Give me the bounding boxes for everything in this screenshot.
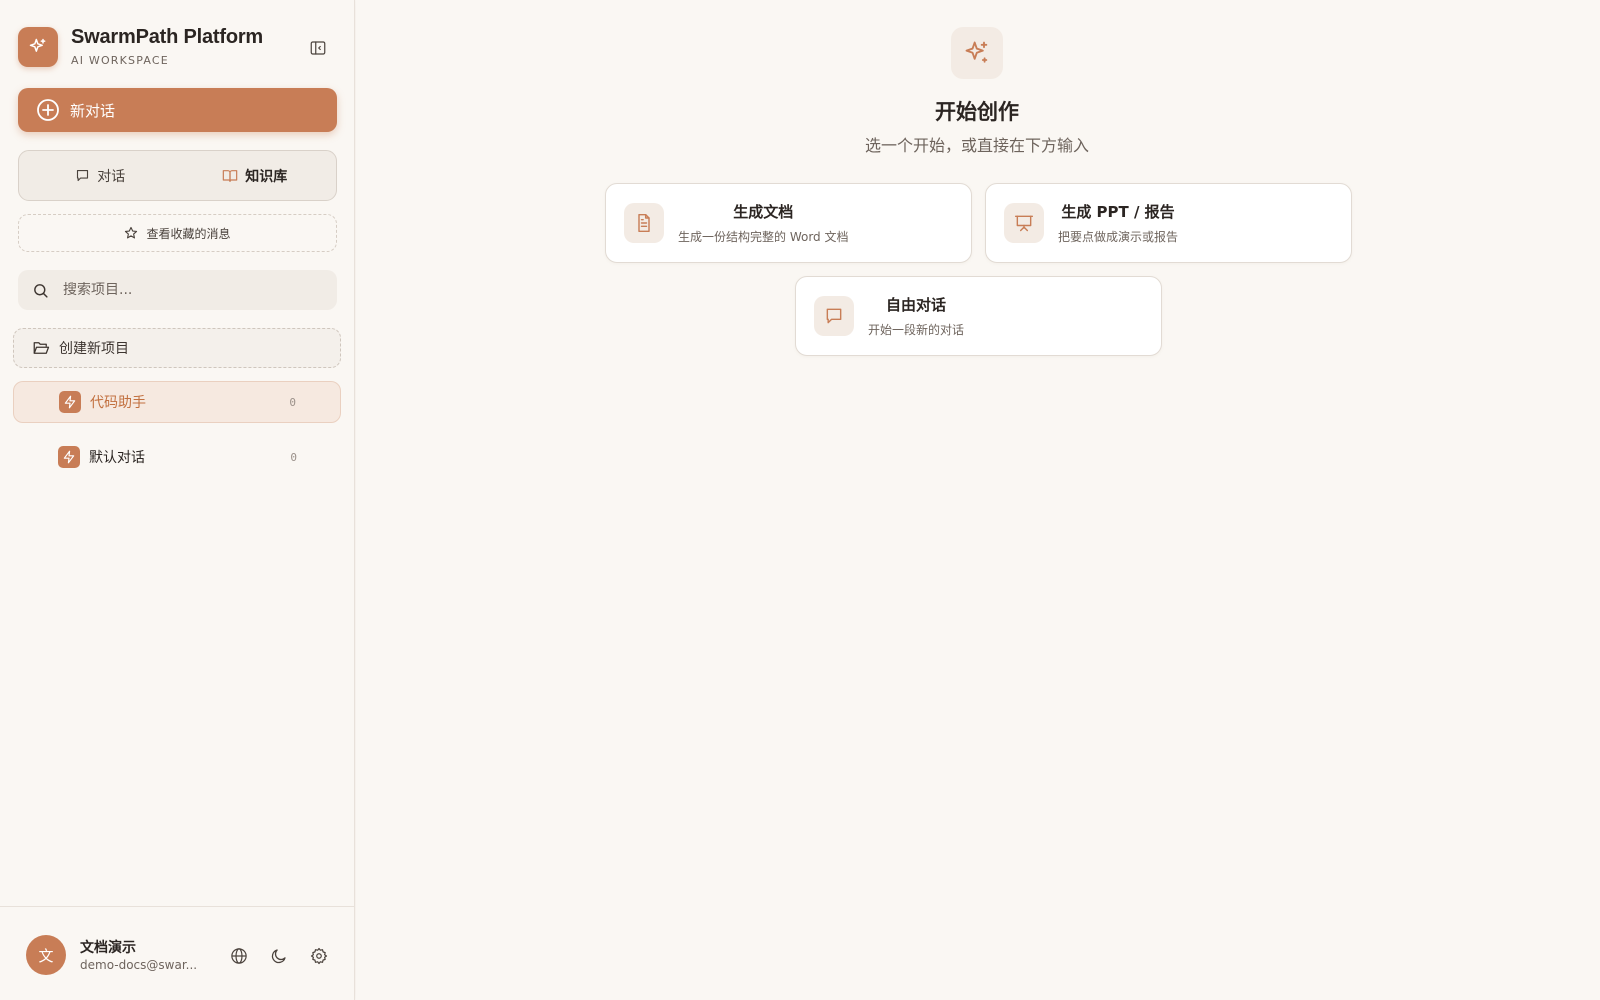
- collapse-sidebar-button[interactable]: [306, 36, 330, 60]
- favorites-button[interactable]: 查看收藏的消息: [18, 214, 337, 252]
- mode-tabs: 对话 知识库: [18, 150, 337, 201]
- moon-icon: [270, 947, 288, 965]
- language-button[interactable]: [228, 945, 250, 967]
- tab-knowledge-base[interactable]: 知识库: [178, 155, 333, 196]
- theme-toggle-button[interactable]: [268, 945, 290, 967]
- project-item[interactable]: 默认对话 0: [13, 436, 341, 478]
- app-subtitle: AI WORKSPACE: [71, 54, 169, 67]
- book-open-icon: [222, 168, 238, 184]
- plus-circle-icon: [36, 98, 60, 122]
- project-count: 0: [289, 395, 296, 409]
- favorites-label: 查看收藏的消息: [146, 226, 231, 241]
- card-title: 生成文档: [733, 203, 794, 221]
- user-email: demo-docs@swar...: [80, 958, 198, 972]
- card-description: 生成一份结构完整的 Word 文档: [678, 230, 849, 244]
- user-name: 文档演示: [80, 940, 136, 956]
- panel-left-icon: [309, 39, 327, 57]
- page-subtitle: 选一个开始，或直接在下方输入: [864, 136, 1089, 155]
- message-square-icon: [75, 168, 90, 183]
- folder-open-icon: [32, 339, 50, 357]
- search-input[interactable]: [63, 282, 313, 298]
- new-chat-label: 新对话: [70, 101, 116, 120]
- generate-document-card[interactable]: 生成文档 生成一份结构完整的 Word 文档: [605, 183, 972, 263]
- tab-knowledge-base-label: 知识库: [245, 168, 288, 185]
- star-icon: [124, 226, 138, 240]
- page-title: 开始创作: [935, 100, 1019, 124]
- sparkles-icon: [18, 26, 58, 67]
- app-title: SwarmPath Platform: [71, 26, 264, 48]
- card-title: 自由对话: [886, 296, 947, 314]
- brand: SwarmPath Platform AI WORKSPACE: [18, 26, 263, 67]
- project-count: 0: [290, 450, 297, 464]
- lightning-icon: [59, 391, 81, 413]
- file-text-icon: [624, 203, 664, 243]
- generate-ppt-card[interactable]: 生成 PPT / 报告 把要点做成演示或报告: [985, 183, 1352, 263]
- globe-icon: [230, 947, 248, 965]
- project-name: 默认对话: [89, 450, 145, 466]
- sparkles-icon: [951, 27, 1003, 79]
- avatar[interactable]: 文: [26, 935, 66, 975]
- main-area: 开始创作 选一个开始，或直接在下方输入 生成文档 生成一份结构完整的 Word …: [356, 0, 1600, 1000]
- sidebar: SwarmPath Platform AI WORKSPACE 新对话 对话 知…: [0, 0, 355, 1000]
- free-chat-card[interactable]: 自由对话 开始一段新的对话: [795, 276, 1162, 356]
- card-description: 把要点做成演示或报告: [1058, 230, 1179, 244]
- card-description: 开始一段新的对话: [868, 323, 965, 337]
- settings-button[interactable]: [308, 945, 330, 967]
- lightning-icon: [58, 446, 80, 468]
- tab-chat[interactable]: 对话: [23, 155, 178, 196]
- sidebar-footer: 文 文档演示 demo-docs@swar...: [0, 906, 355, 1000]
- create-project-button[interactable]: 创建新项目: [13, 328, 341, 368]
- message-square-icon: [814, 296, 854, 336]
- new-chat-button[interactable]: 新对话: [18, 88, 337, 132]
- presentation-icon: [1004, 203, 1044, 243]
- project-search: [18, 270, 337, 310]
- gear-icon: [310, 947, 328, 965]
- project-item[interactable]: 代码助手 0: [13, 381, 341, 423]
- tab-chat-label: 对话: [97, 168, 126, 185]
- search-icon: [32, 282, 49, 299]
- project-name: 代码助手: [90, 395, 146, 411]
- card-title: 生成 PPT / 报告: [1061, 203, 1175, 221]
- create-project-label: 创建新项目: [59, 341, 129, 357]
